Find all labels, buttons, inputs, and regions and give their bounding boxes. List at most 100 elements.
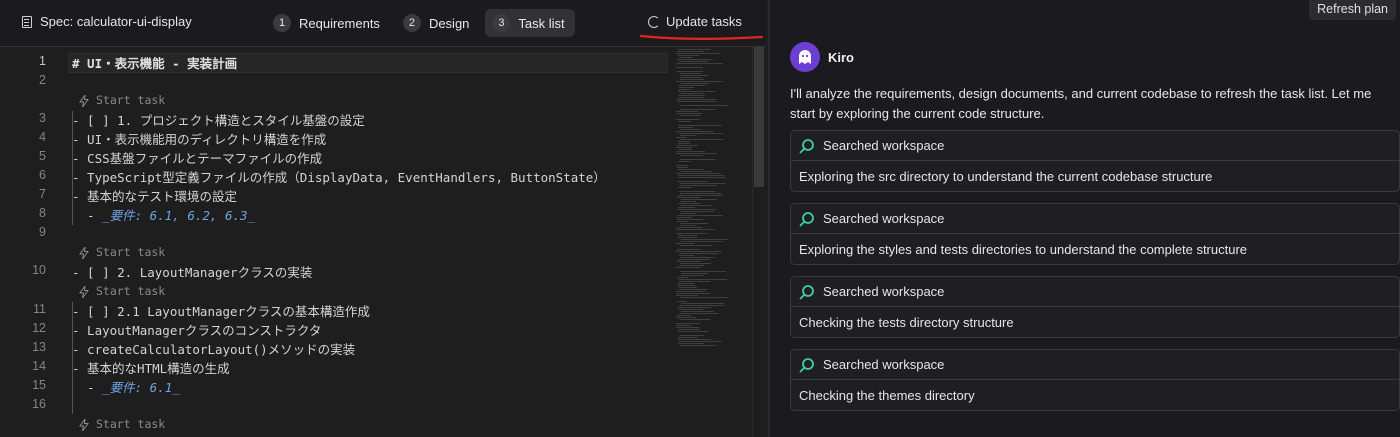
- update-tasks-button[interactable]: Update tasks: [648, 14, 742, 29]
- minimap-line: [678, 125, 722, 126]
- start-task-codelens[interactable]: Start task: [78, 284, 165, 299]
- list-prefix: -: [72, 380, 103, 395]
- document-icon: [22, 15, 32, 28]
- minimap-line: [676, 293, 710, 294]
- minimap-line: [681, 241, 723, 242]
- agent-header: Kiro: [790, 42, 854, 72]
- line-number: 5: [39, 149, 46, 163]
- minimap-line: [680, 115, 700, 116]
- minimap-line: [678, 177, 726, 178]
- minimap-line: [676, 67, 703, 68]
- agent-message: I'll analyze the requirements, design do…: [790, 86, 1372, 121]
- minimap-line: [679, 57, 692, 58]
- tab-design[interactable]: 2 Design: [396, 9, 479, 37]
- spec-title-text: Spec: calculator-ui-display: [40, 14, 192, 29]
- tool-call-description: Exploring the src directory to understan…: [799, 168, 1213, 184]
- minimap-line: [678, 235, 697, 236]
- minimap-line: [678, 331, 708, 332]
- minimap-line: [678, 259, 710, 260]
- minimap-line: [678, 89, 691, 90]
- minimap-line: [679, 281, 710, 282]
- line-number: 1: [39, 54, 46, 68]
- minimap-line: [678, 283, 694, 284]
- minimap-line: [677, 301, 687, 302]
- spec-editor-pane: Spec: calculator-ui-display 1 Requiremen…: [0, 0, 767, 437]
- minimap-line: [676, 327, 699, 328]
- refresh-plan-button[interactable]: Refresh plan: [1309, 0, 1396, 20]
- code-line: - 基本的なHTML構造の生成: [72, 361, 230, 376]
- minimap-line: [678, 97, 705, 98]
- line-number: 8: [39, 206, 46, 220]
- minimap-line: [677, 101, 717, 102]
- line-number: 6: [39, 168, 46, 182]
- minimap-line: [677, 71, 703, 72]
- minimap-line: [678, 175, 724, 176]
- refresh-icon: [648, 15, 660, 28]
- code-line: - _要件: 6.1_: [72, 378, 180, 397]
- tool-call-card[interactable]: Searched workspace Exploring the styles …: [790, 203, 1400, 265]
- minimap-line: [680, 223, 708, 224]
- minimap-line: [678, 215, 723, 216]
- tool-call-card[interactable]: Searched workspace Checking the tests di…: [790, 276, 1400, 338]
- minimap-line: [680, 263, 711, 264]
- minimap-line: [677, 209, 716, 210]
- minimap-line: [679, 149, 692, 150]
- tab-task-list[interactable]: 3 Task list: [485, 9, 575, 37]
- tab-label: Requirements: [299, 15, 380, 31]
- minimap-line: [680, 253, 718, 254]
- minimap-line: [677, 339, 711, 340]
- minimap-line: [681, 83, 709, 84]
- minimap-line: [676, 173, 721, 174]
- start-task-codelens[interactable]: Start task: [78, 417, 165, 432]
- minimap-line: [677, 51, 704, 52]
- line-number: 10: [32, 263, 46, 277]
- minimap-line: [679, 319, 710, 320]
- minimap-line: [681, 105, 728, 106]
- spec-header: Spec: calculator-ui-display 1 Requiremen…: [0, 0, 766, 47]
- minimap-line: [681, 311, 714, 312]
- minimap[interactable]: [672, 47, 752, 437]
- minimap-line: [678, 143, 690, 144]
- code-line: - createCalculatorLayout()メソッドの実装: [72, 342, 356, 357]
- minimap-line: [680, 213, 697, 214]
- minimap-line: [680, 155, 703, 156]
- start-task-codelens[interactable]: Start task: [78, 245, 165, 260]
- minimap-line: [677, 145, 698, 146]
- minimap-line: [676, 325, 691, 326]
- minimap-line: [676, 81, 723, 82]
- minimap-line: [680, 193, 721, 194]
- line-number: 15: [32, 378, 46, 392]
- requirements-ref: _要件: 6.1, 6.2, 6.3_: [102, 208, 256, 223]
- minimap-line: [676, 295, 698, 296]
- minimap-line: [676, 243, 694, 244]
- agent-name: Kiro: [828, 49, 854, 65]
- markdown-editor[interactable]: 1 2 3 4 5 6 7 8 9 10 11 12 13 14 15 16 #…: [0, 47, 767, 437]
- minimap-line: [677, 227, 702, 228]
- tab-requirements[interactable]: 1 Requirements: [266, 9, 390, 37]
- minimap-line: [676, 251, 722, 252]
- minimap-line: [678, 161, 691, 162]
- line-number: 14: [32, 359, 46, 373]
- start-task-codelens[interactable]: Start task: [78, 93, 165, 108]
- minimap-line: [681, 171, 712, 172]
- minimap-line: [677, 221, 688, 222]
- scrollbar-thumb[interactable]: [754, 47, 764, 187]
- tool-call-header: Searched workspace: [791, 277, 1399, 307]
- code-line: - LayoutManagerクラスのコンストラクタ: [72, 323, 322, 338]
- minimap-line: [678, 141, 690, 142]
- minimap-line: [676, 217, 692, 218]
- minimap-line: [679, 133, 723, 134]
- minimap-line: [679, 61, 708, 62]
- minimap-line: [681, 129, 701, 130]
- tool-call-title: Searched workspace: [823, 284, 945, 299]
- minimap-line: [680, 73, 701, 74]
- tool-call-card[interactable]: Searched workspace Exploring the src dir…: [790, 130, 1400, 192]
- minimap-line: [681, 93, 703, 94]
- tab-number-badge: 1: [273, 14, 291, 32]
- kiro-avatar: [790, 42, 820, 72]
- minimap-line: [678, 169, 703, 170]
- minimap-line: [676, 267, 701, 268]
- tool-call-description: Checking the themes directory: [799, 387, 975, 403]
- minimap-line: [681, 273, 708, 274]
- tool-call-card[interactable]: Searched workspace Checking the themes d…: [790, 349, 1400, 411]
